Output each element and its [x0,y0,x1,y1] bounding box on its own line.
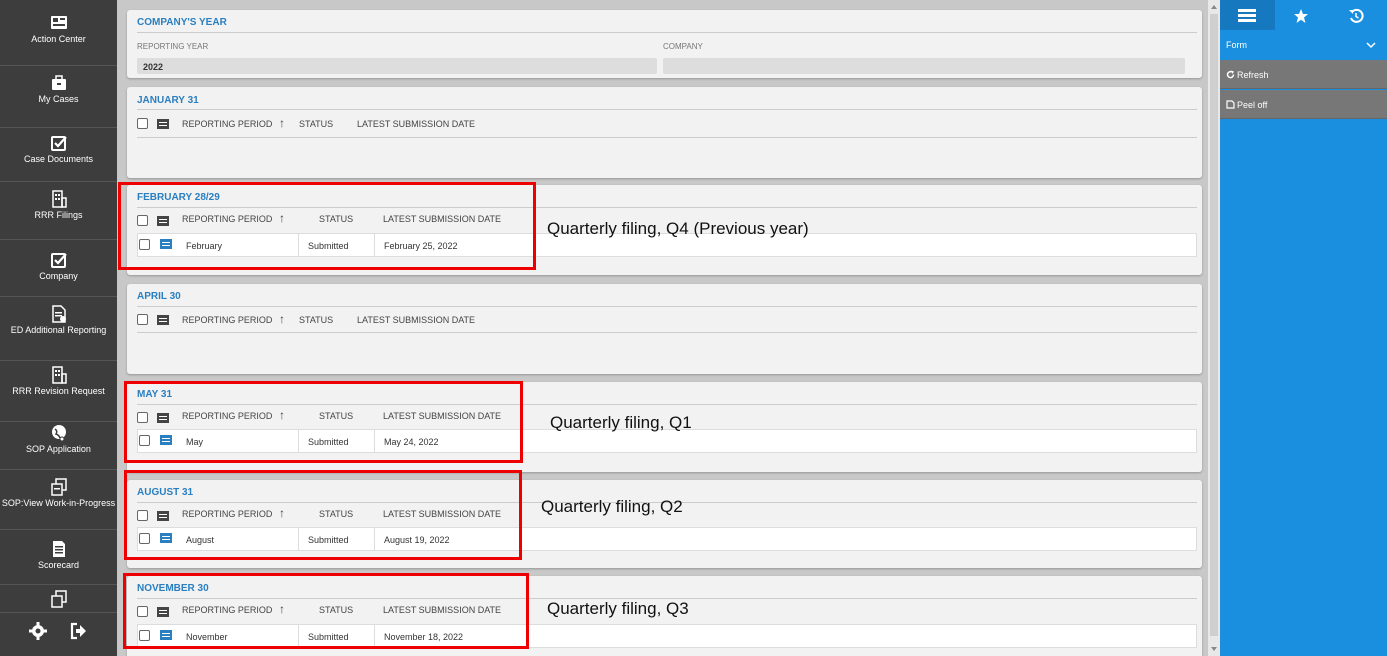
nav-item-sop-view-work-in-progress[interactable]: SOP:View Work-in-Progress [0,478,117,530]
refresh-button[interactable]: Refresh [1220,60,1387,89]
main-content: COMPANY'S YEAR REPORTING YEAR 2022 COMPA… [117,0,1208,656]
scrollbar-thumb[interactable] [1210,14,1218,636]
refresh-icon [1226,70,1235,79]
nav-label: RRR Revision Request [12,386,105,396]
history-icon[interactable] [1348,8,1364,24]
document-icon [51,305,66,323]
nav-item-rrr-revision-request[interactable]: RRR Revision Request [0,366,117,422]
peel-off-icon [1226,100,1235,109]
form-dropdown-label: Form [1226,40,1247,50]
panel-tabs [1220,0,1387,30]
nav-label: SOP Application [26,444,91,454]
scorecard-icon [52,541,65,557]
star-icon[interactable] [1293,8,1309,24]
checkbox-icon [50,253,67,268]
nav-label: Scorecard [37,560,80,570]
col-latest-submission-date[interactable]: LATEST SUBMISSION DATE [357,119,475,129]
documents-icon [50,590,67,608]
annotation-text: Quarterly filing, Q3 [547,599,689,618]
list-icon [157,315,169,325]
company-field[interactable] [663,58,1185,74]
form-dropdown[interactable]: Form [1220,30,1387,60]
table-header: REPORTING PERIOD ↑ STATUS LATEST SUBMISS… [137,310,537,330]
table-header: REPORTING PERIOD ↑ STATUS LATEST SUBMISS… [137,114,537,134]
reporting-year-label: REPORTING YEAR [137,42,209,51]
tab-form[interactable] [1220,0,1275,30]
select-all-checkbox[interactable] [137,314,148,325]
select-all-checkbox[interactable] [137,118,148,129]
nav-footer [0,612,117,656]
col-reporting-period[interactable]: REPORTING PERIOD [182,119,272,129]
refresh-label: Refresh [1237,70,1269,80]
checkbox-icon [50,136,67,151]
chevron-down-icon [1366,42,1376,49]
building-icon [51,366,67,384]
highlight-box [123,573,529,649]
col-status[interactable]: STATUS [299,315,333,325]
right-panel: Form Refresh Peel off [1220,0,1387,656]
building-icon [51,190,67,208]
nav-label: My Cases [38,94,79,104]
col-latest-submission-date[interactable]: LATEST SUBMISSION DATE [357,315,475,325]
col-status[interactable]: STATUS [299,119,333,129]
scroll-down-icon[interactable] [1210,645,1218,653]
annotation-text: Quarterly filing, Q2 [541,497,683,516]
briefcase-icon [51,75,66,90]
nav-label: RRR Filings [34,210,83,220]
nav-label: Action Center [31,34,86,44]
action-center-icon [50,16,67,29]
peel-off-label: Peel off [1237,100,1268,110]
company-year-card: COMPANY'S YEAR REPORTING YEAR 2022 COMPA… [127,10,1202,78]
nav-label: Case Documents [23,154,94,164]
nav-item-company[interactable]: Company [0,251,117,297]
section-title: APRIL 30 [137,291,181,302]
col-reporting-period[interactable]: REPORTING PERIOD [182,315,272,325]
logout-icon[interactable] [68,621,88,641]
globe-icon [51,425,66,442]
reporting-year-value: 2022 [143,62,164,72]
reporting-year-field[interactable]: 2022 [137,58,657,74]
section-april-30: APRIL 30 REPORTING PERIOD ↑ STATUS LATES… [127,284,1202,374]
section-title: JANUARY 31 [137,95,199,106]
section-january-31: JANUARY 31 REPORTING PERIOD ↑ STATUS LAT… [127,87,1202,178]
scroll-up-icon[interactable] [1210,3,1218,11]
nav-item-action-center[interactable]: Action Center [0,14,117,66]
nav-label: SOP:View Work-in-Progress [1,498,116,508]
nav-item-partial[interactable] [0,590,117,612]
nav-label: ED Additional Reporting [10,325,107,335]
left-nav: Action Center My Cases Case Documents RR… [0,0,117,656]
annotation-text: Quarterly filing, Q1 [550,413,692,432]
gear-icon[interactable] [28,621,48,641]
documents-icon [50,478,67,496]
nav-item-case-documents[interactable]: Case Documents [0,134,117,182]
annotation-text: Quarterly filing, Q4 (Previous year) [547,219,809,238]
scrollbar[interactable] [1208,0,1220,656]
sort-arrow-icon[interactable]: ↑ [279,116,285,130]
card-title: COMPANY'S YEAR [137,17,227,28]
nav-item-rrr-filings[interactable]: RRR Filings [0,190,117,240]
nav-label: Company [39,271,78,281]
sort-arrow-icon[interactable]: ↑ [279,312,285,326]
peel-off-button[interactable]: Peel off [1220,90,1387,119]
nav-item-my-cases[interactable]: My Cases [0,74,117,128]
nav-item-ed-additional-reporting[interactable]: ED Additional Reporting [0,305,117,361]
company-label: COMPANY [663,42,703,51]
highlight-box [118,182,536,270]
list-icon [157,119,169,129]
form-list-icon [1238,9,1256,22]
highlight-box [124,470,522,560]
nav-item-sop-application[interactable]: SOP Application [0,424,117,470]
highlight-box [124,381,523,463]
nav-item-scorecard[interactable]: Scorecard [0,540,117,585]
